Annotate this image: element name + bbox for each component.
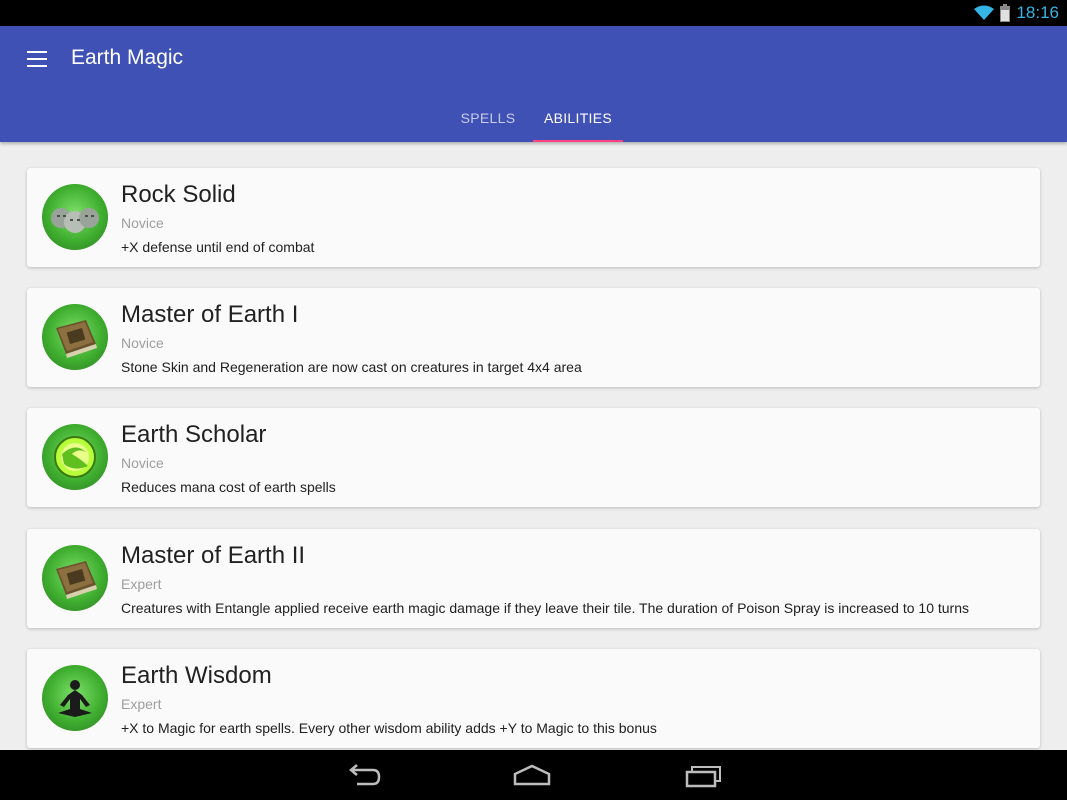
ability-title: Earth Scholar xyxy=(121,421,267,448)
stone-faces-icon xyxy=(42,184,108,250)
tab-bar: SPELLS ABILITIES xyxy=(0,96,1067,142)
meditation-icon xyxy=(42,665,108,731)
ability-level: Novice xyxy=(121,335,164,351)
app-title: Earth Magic xyxy=(71,46,184,69)
spellbook-icon xyxy=(42,545,108,611)
ability-level: Novice xyxy=(121,215,164,231)
ability-title: Master of Earth I xyxy=(121,301,299,328)
battery-icon xyxy=(1000,4,1011,22)
ability-title: Earth Wisdom xyxy=(121,662,272,689)
hamburger-menu-icon[interactable] xyxy=(27,51,47,67)
spellbook-icon xyxy=(42,304,108,370)
ability-card[interactable]: Earth Scholar Novice Reduces mana cost o… xyxy=(27,408,1040,507)
ability-level: Expert xyxy=(121,576,162,592)
status-time: 18:16 xyxy=(1016,3,1059,22)
navigation-bar xyxy=(0,750,1067,800)
ability-card[interactable]: Master of Earth II Expert Creatures with… xyxy=(27,529,1040,628)
recents-icon[interactable] xyxy=(683,760,723,790)
ability-description: Stone Skin and Regeneration are now cast… xyxy=(121,359,582,375)
wifi-icon xyxy=(974,5,995,20)
ability-level: Novice xyxy=(121,455,164,471)
ability-description: Reduces mana cost of earth spells xyxy=(121,479,336,495)
ability-title: Rock Solid xyxy=(121,181,236,208)
tab-abilities[interactable]: ABILITIES xyxy=(533,96,623,142)
ability-card[interactable]: Master of Earth I Novice Stone Skin and … xyxy=(27,288,1040,387)
home-icon[interactable] xyxy=(512,760,552,790)
ability-description: +X to Magic for earth spells. Every othe… xyxy=(121,720,657,736)
ability-card[interactable]: Earth Wisdom Expert +X to Magic for eart… xyxy=(27,649,1040,748)
ability-description: Creatures with Entangle applied receive … xyxy=(121,600,969,616)
ability-level: Expert xyxy=(121,696,162,712)
abilities-list: Rock Solid Novice +X defense until end o… xyxy=(0,142,1067,750)
ability-description: +X defense until end of combat xyxy=(121,239,315,255)
ability-card[interactable]: Rock Solid Novice +X defense until end o… xyxy=(27,168,1040,267)
status-bar: 18:16 xyxy=(0,0,1067,26)
tab-spells[interactable]: SPELLS xyxy=(443,96,533,142)
earth-orb-icon xyxy=(42,424,108,490)
status-icons: 18:16 xyxy=(974,2,1059,24)
back-icon[interactable] xyxy=(343,760,383,790)
app-bar: Earth Magic SPELLS ABILITIES xyxy=(0,26,1067,142)
ability-title: Master of Earth II xyxy=(121,542,306,569)
